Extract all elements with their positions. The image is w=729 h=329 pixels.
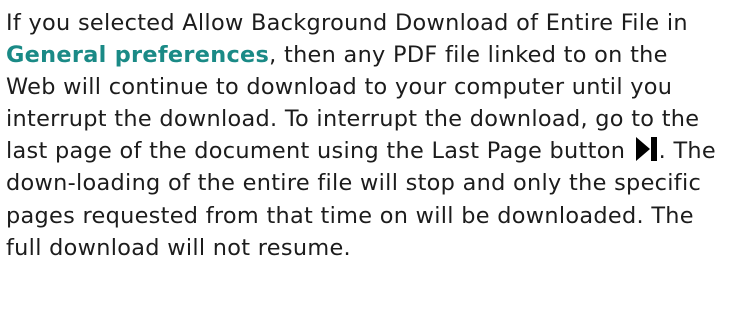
help-paragraph: If you selected Allow Background Downloa…	[6, 7, 719, 264]
help-text-part-1: If you selected Allow Background Downloa…	[6, 10, 688, 36]
last-page-icon	[635, 137, 658, 162]
general-preferences-link[interactable]: General preferences	[6, 42, 269, 68]
help-page: If you selected Allow Background Downloa…	[0, 0, 729, 329]
